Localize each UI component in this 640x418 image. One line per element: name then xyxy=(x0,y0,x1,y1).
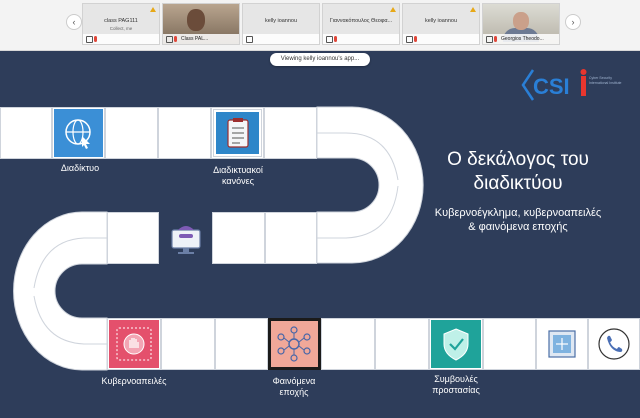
rules-tile[interactable] xyxy=(213,109,262,157)
logo-subtext: Cyber Security International Institute xyxy=(589,76,622,85)
curve-left xyxy=(13,211,108,371)
shield-check-icon xyxy=(443,328,469,361)
threats-tile[interactable] xyxy=(109,320,159,368)
board-cell xyxy=(105,107,158,159)
advice-label-line1: Συμβουλές xyxy=(434,374,478,384)
internet-tile[interactable] xyxy=(54,109,103,157)
advice-label: Συμβουλές προστασίας xyxy=(406,374,506,396)
csi-logo: CSI Cyber Security International Institu… xyxy=(519,66,631,104)
hacker-tile[interactable] xyxy=(166,222,206,256)
rules-label: Διαδικτυακοί κανόνες xyxy=(188,165,288,187)
slide-subtitle-line2: & φαινόμενα εποχής xyxy=(468,221,568,233)
logo-text: CSI xyxy=(533,74,570,99)
board-cell xyxy=(321,318,375,370)
board-cell xyxy=(0,107,52,159)
advice-tile[interactable] xyxy=(431,320,481,368)
spy-computer-icon xyxy=(171,226,201,254)
rules-label-line1: Διαδικτυακοί xyxy=(213,165,263,175)
clipboard-icon xyxy=(227,118,249,148)
globe-icon xyxy=(65,119,91,149)
board-cell xyxy=(264,107,317,159)
advice-label-line2: προστασίας xyxy=(432,385,480,395)
hand-warning-icon xyxy=(116,327,152,361)
slide-title-line2: διαδικτύου xyxy=(473,173,563,194)
threats-label: Κυβερνοαπειλές xyxy=(101,376,167,386)
phone-tile[interactable] xyxy=(596,326,632,362)
slide-subtitle: Κυβερνοέγκλημα, κυβερνοαπειλές & φαινόμε… xyxy=(400,206,636,234)
phenomena-label-line1: Φαινόμενα xyxy=(272,376,316,386)
board-cell xyxy=(375,318,429,370)
tablet-tile[interactable] xyxy=(546,328,578,360)
rules-label-line2: κανόνες xyxy=(222,176,254,186)
slide-title-line1: Ο δεκάλογος του xyxy=(447,149,589,170)
board-cell xyxy=(107,212,159,264)
board-cell xyxy=(265,212,317,264)
phone-call-icon xyxy=(598,328,630,360)
phenomena-label: Φαινόμενα εποχής xyxy=(244,376,344,398)
board-cell xyxy=(483,318,536,370)
phenomena-label-line2: εποχής xyxy=(279,387,309,397)
internet-label: Διαδίκτυο xyxy=(60,163,100,173)
board-cell xyxy=(158,107,211,159)
tablet-icon xyxy=(548,330,576,358)
phenomena-tile[interactable] xyxy=(268,318,321,370)
board-cell xyxy=(161,318,215,370)
board-cell xyxy=(212,212,265,264)
slide-subtitle-line1: Κυβερνοέγκλημα, κυβερνοαπειλές xyxy=(434,207,602,219)
network-people-icon xyxy=(277,326,311,362)
slide-title: Ο δεκάλογος του διαδικτύου xyxy=(400,148,636,196)
board-cell xyxy=(215,318,268,370)
